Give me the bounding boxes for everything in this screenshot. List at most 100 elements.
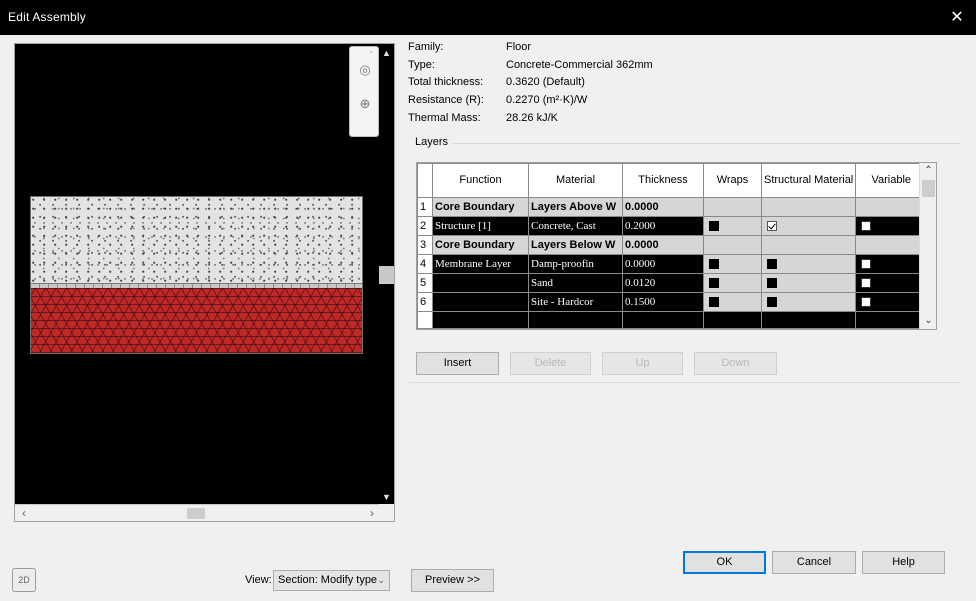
row-number[interactable]: 6 (417, 292, 433, 312)
wraps-checkbox[interactable] (709, 278, 719, 289)
up-button[interactable]: Up (602, 352, 683, 375)
cancel-button[interactable]: Cancel (772, 551, 856, 574)
cell-variable[interactable] (855, 292, 928, 312)
navigation-bar[interactable]: ◎ ⊕ ▫ (349, 46, 379, 137)
scroll-down-icon[interactable]: ⌄ (920, 314, 937, 328)
scroll-thumb[interactable] (187, 508, 205, 519)
structural-checkbox[interactable] (767, 297, 777, 308)
preview-canvas[interactable]: ◎ ⊕ ▫ (15, 44, 381, 506)
scroll-up-icon[interactable]: ▲ (379, 46, 394, 60)
row-number[interactable]: 4 (417, 254, 433, 274)
row-number[interactable]: 2 (417, 216, 433, 236)
cell-variable[interactable] (855, 273, 928, 293)
cell-structural[interactable] (760, 216, 857, 236)
cell-wraps[interactable] (703, 216, 762, 236)
cell-material[interactable]: Layers Above W (528, 197, 623, 217)
cell-wraps[interactable] (703, 311, 762, 329)
row-number[interactable]: 3 (417, 235, 433, 255)
2d-navigation-wheel-icon[interactable]: 2D (12, 568, 36, 592)
cell-wraps[interactable] (703, 273, 762, 293)
cell-thickness[interactable]: 0.0000 (622, 197, 704, 217)
down-button[interactable]: Down (694, 352, 777, 375)
header-structural-material[interactable]: Structural Material (760, 163, 857, 198)
variable-checkbox[interactable] (861, 297, 872, 308)
cell-structural[interactable] (760, 292, 857, 312)
cell-material[interactable]: Concrete, Cast (528, 216, 623, 236)
cell-material[interactable]: Damp-proofin (528, 254, 623, 274)
cell-thickness[interactable]: 0.0000 (622, 254, 704, 274)
structural-checkbox-checked[interactable] (767, 221, 777, 232)
table-row[interactable]: 4 Membrane Layer Damp-proofin 0.0000 (417, 254, 928, 274)
close-icon[interactable]: ✕ (946, 7, 968, 29)
splitter-handle[interactable] (380, 266, 394, 282)
cell-structural[interactable] (760, 311, 857, 329)
cell-thickness[interactable]: 0.0120 (622, 273, 704, 293)
layers-grid[interactable]: Function Material Thickness Wraps Struct… (416, 162, 937, 330)
row-number[interactable]: 1 (417, 197, 433, 217)
nav-bar-options-icon[interactable]: ▫ (370, 49, 372, 56)
ok-button[interactable]: OK (683, 551, 766, 574)
table-row[interactable]: 3 Core Boundary Layers Below W 0.0000 (417, 235, 928, 255)
scroll-thumb[interactable] (922, 180, 935, 197)
preview-horizontal-scrollbar[interactable]: ‹ › (15, 504, 381, 521)
table-row[interactable]: 2 Structure [1] Concrete, Cast 0.2000 (417, 216, 928, 236)
preview-panel[interactable]: ◎ ⊕ ▫ ▲ ▼ ‹ › (14, 43, 395, 522)
header-material[interactable]: Material (528, 163, 623, 198)
scroll-up-icon[interactable]: ⌃ (920, 164, 937, 178)
wraps-checkbox[interactable] (709, 259, 719, 270)
cell-function[interactable]: Core Boundary (432, 235, 529, 255)
view-dropdown[interactable]: Section: Modify type ⌄ (273, 570, 390, 591)
cell-material[interactable]: Site - Hardcor (528, 292, 623, 312)
table-row[interactable]: 5 Sand 0.0120 (417, 273, 928, 293)
row-number[interactable] (417, 311, 433, 329)
wraps-checkbox[interactable] (709, 297, 719, 308)
header-function[interactable]: Function (432, 163, 529, 198)
wraps-checkbox[interactable] (709, 221, 719, 232)
scroll-right-icon[interactable]: › (365, 506, 379, 520)
grid-vertical-scrollbar[interactable]: ⌃ ⌄ (919, 163, 936, 329)
cell-material[interactable]: Sand (528, 273, 623, 293)
preview-button[interactable]: Preview >> (411, 569, 494, 592)
header-variable[interactable]: Variable (855, 163, 928, 198)
cell-function[interactable] (432, 311, 529, 329)
cell-structural[interactable] (760, 273, 857, 293)
delete-button[interactable]: Delete (510, 352, 591, 375)
cell-function[interactable]: Membrane Layer (432, 254, 529, 274)
variable-checkbox[interactable] (861, 221, 872, 232)
steering-wheel-icon[interactable]: ◎ (356, 61, 374, 79)
group-divider (452, 143, 960, 144)
cell-wraps[interactable] (703, 254, 762, 274)
scroll-left-icon[interactable]: ‹ (17, 506, 31, 520)
header-wraps[interactable]: Wraps (703, 163, 762, 198)
cell-material[interactable] (528, 311, 623, 329)
cell-function[interactable] (432, 292, 529, 312)
cell-thickness[interactable]: 0.2000 (622, 216, 704, 236)
row-number[interactable]: 5 (417, 273, 433, 293)
cell-variable[interactable] (855, 216, 928, 236)
zoom-icon[interactable]: ⊕ (356, 95, 374, 113)
header-thickness[interactable]: Thickness (622, 163, 704, 198)
cell-thickness[interactable] (622, 311, 704, 329)
structural-checkbox[interactable] (767, 259, 777, 270)
cell-wraps[interactable] (703, 292, 762, 312)
cell-variable[interactable] (855, 311, 928, 329)
cell-material[interactable]: Layers Below W (528, 235, 623, 255)
layers-table[interactable]: Function Material Thickness Wraps Struct… (417, 163, 928, 329)
view-label: View: (245, 574, 272, 586)
variable-checkbox[interactable] (861, 278, 872, 289)
insert-button[interactable]: Insert (416, 352, 499, 375)
cell-function[interactable]: Structure [1] (432, 216, 529, 236)
table-row[interactable]: 1 Core Boundary Layers Above W 0.0000 (417, 197, 928, 217)
cell-structural[interactable] (760, 254, 857, 274)
table-row[interactable] (417, 311, 928, 329)
cell-function[interactable]: Core Boundary (432, 197, 529, 217)
structural-checkbox[interactable] (767, 278, 777, 289)
cell-thickness[interactable]: 0.1500 (622, 292, 704, 312)
help-button[interactable]: Help (862, 551, 945, 574)
table-row[interactable]: 6 Site - Hardcor 0.1500 (417, 292, 928, 312)
variable-checkbox[interactable] (861, 259, 872, 270)
scroll-down-icon[interactable]: ▼ (379, 490, 394, 504)
cell-variable[interactable] (855, 254, 928, 274)
cell-function[interactable] (432, 273, 529, 293)
cell-thickness[interactable]: 0.0000 (622, 235, 704, 255)
